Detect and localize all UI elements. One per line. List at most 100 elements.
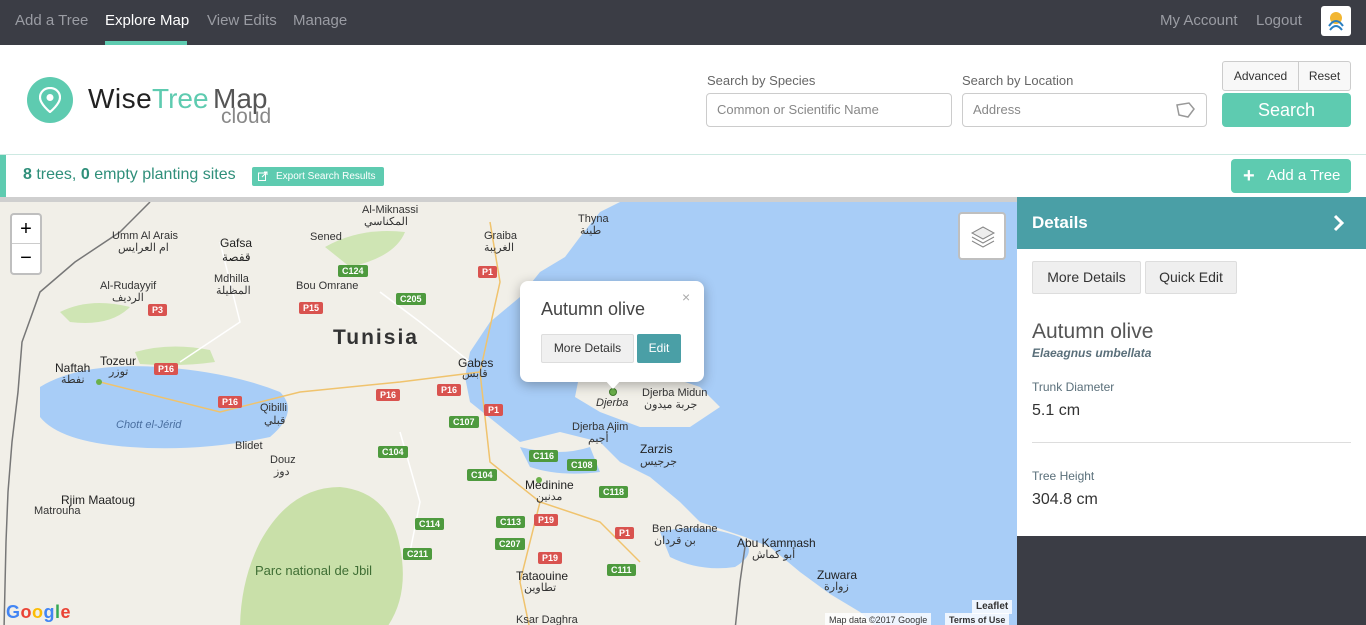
map[interactable]: Tunisia Umm Al Arais ام العرايس Gafsa قف… — [0, 197, 1017, 625]
location-placeholder: Address — [973, 102, 1021, 117]
location-input[interactable]: Address — [962, 93, 1207, 127]
tree-height-label: Tree Height — [1032, 469, 1095, 483]
road-label: C111 — [607, 564, 636, 576]
tree-height-value: 304.8 cm — [1032, 491, 1098, 508]
road-label: P19 — [534, 514, 559, 526]
brand-cloud[interactable]: cloud — [221, 105, 271, 129]
popup-edit-button[interactable]: Edit — [637, 334, 681, 363]
city-label: ام العرايس — [118, 242, 169, 254]
city-label: زوارة — [824, 581, 849, 593]
trunk-diameter-value: 5.1 cm — [1032, 402, 1081, 419]
layers-icon — [970, 226, 996, 248]
add-tree-button[interactable]: + Add a Tree — [1231, 159, 1351, 193]
leaflet-link[interactable]: Leaflet — [972, 600, 1013, 614]
road-label: P16 — [437, 384, 462, 396]
nav-view-edits[interactable]: View Edits — [207, 0, 277, 45]
city-label: المكناسي — [364, 216, 408, 228]
road-label: P1 — [484, 404, 504, 416]
city-label: Gafsa — [220, 236, 253, 250]
city-label: توزر — [109, 366, 129, 378]
road-label: C108 — [567, 459, 597, 471]
city-label: جرجيس — [640, 456, 678, 468]
google-logo[interactable]: Google — [6, 602, 71, 623]
results-bar: 8 trees, 0 empty planting sites Export S… — [0, 155, 1366, 197]
tree-marker[interactable] — [534, 475, 544, 485]
export-icon — [258, 171, 268, 181]
plus-icon: + — [1243, 165, 1255, 187]
tree-count: 8 — [23, 166, 32, 183]
org-logo[interactable] — [1321, 6, 1351, 36]
road-label: C113 — [496, 516, 526, 528]
results-summary: 8 trees, 0 empty planting sites — [23, 166, 236, 184]
export-label: Export Search Results — [276, 171, 376, 182]
city-label: نفطة — [61, 374, 85, 386]
tree-scientific-name: Elaeagnus umbellata — [1032, 346, 1152, 360]
details-header[interactable]: Details — [1017, 197, 1366, 249]
chevron-right-icon[interactable] — [1333, 214, 1345, 232]
road-label: P16 — [376, 389, 401, 401]
org-logo-icon — [1328, 12, 1344, 31]
road-label: P19 — [538, 552, 563, 564]
zoom-control: + − — [10, 213, 42, 275]
more-details-button[interactable]: More Details — [1032, 261, 1141, 294]
city-label: قابس — [462, 368, 488, 380]
road-label: C107 — [449, 416, 479, 428]
popup-title: Autumn olive — [541, 299, 646, 319]
top-nav: Add a Tree Explore Map View Edits Manage… — [0, 0, 1366, 45]
tree-marker[interactable] — [94, 377, 104, 387]
city-label: Qibilli — [260, 402, 287, 414]
city-label: الغريبة — [484, 242, 515, 254]
zoom-in-button[interactable]: + — [12, 215, 40, 244]
city-label: الرديف — [112, 292, 144, 304]
road-label: C118 — [599, 486, 629, 498]
nav-logout[interactable]: Logout — [1256, 0, 1302, 45]
popup-tip — [604, 379, 622, 389]
road-label: P3 — [148, 304, 168, 316]
empty-label: empty planting sites — [94, 166, 236, 183]
terms-link[interactable]: Terms of Use — [945, 613, 1010, 625]
nav-explore-map[interactable]: Explore Map — [105, 0, 189, 45]
city-label: بن قردان — [654, 535, 696, 547]
city-label: قبلي — [264, 415, 286, 427]
search-button[interactable]: Search — [1222, 93, 1351, 127]
details-body: More Details Quick Edit Autumn olive Ela… — [1017, 249, 1366, 536]
city-label: جربة ميدون — [644, 399, 698, 411]
road-label: C211 — [403, 548, 433, 560]
city-label: مدنين — [536, 491, 563, 503]
country-label: Tunisia — [333, 326, 419, 349]
species-input[interactable]: Common or Scientific Name — [706, 93, 952, 127]
draw-area-icon[interactable] — [1174, 101, 1196, 119]
trunk-diameter-label: Trunk Diameter — [1032, 380, 1115, 394]
nav-manage[interactable]: Manage — [293, 0, 347, 45]
nav-my-account[interactable]: My Account — [1160, 0, 1238, 45]
popup-close-button[interactable]: × — [682, 289, 690, 305]
tree-popup: Autumn olive × More Details Edit — [520, 281, 704, 389]
city-label: Blidet — [235, 440, 263, 452]
location-label: Search by Location — [962, 73, 1074, 88]
brand-pin-icon[interactable] — [27, 77, 73, 123]
city-label: Zarzis — [640, 442, 673, 456]
add-tree-label: Add a Tree — [1267, 167, 1341, 184]
city-label: أبو كماش — [752, 549, 796, 561]
details-panel: Details More Details Quick Edit Autumn o… — [1017, 197, 1366, 625]
species-label: Search by Species — [707, 73, 816, 88]
layers-button[interactable] — [958, 212, 1006, 260]
map-attribution: Map data ©2017 Google — [825, 613, 932, 625]
brand-tree[interactable]: Tree — [152, 83, 209, 115]
road-label: P16 — [154, 363, 179, 375]
road-label: P1 — [478, 266, 498, 278]
advanced-button[interactable]: Advanced — [1222, 61, 1299, 91]
popup-more-details-button[interactable]: More Details — [541, 334, 634, 363]
brand-wise[interactable]: Wise — [88, 83, 152, 115]
park-label: Parc national de Jbil — [255, 563, 373, 578]
city-label: أجيم — [588, 433, 609, 445]
city-label: Djerba — [596, 397, 629, 409]
nav-add-tree[interactable]: Add a Tree — [15, 0, 88, 45]
city-label: دوز — [274, 466, 290, 478]
city-label: Sened — [310, 231, 342, 243]
reset-button[interactable]: Reset — [1298, 61, 1351, 91]
zoom-out-button[interactable]: − — [12, 244, 40, 273]
quick-edit-button[interactable]: Quick Edit — [1145, 261, 1237, 294]
road-label: C205 — [396, 293, 426, 305]
export-results-button[interactable]: Export Search Results — [252, 167, 384, 186]
